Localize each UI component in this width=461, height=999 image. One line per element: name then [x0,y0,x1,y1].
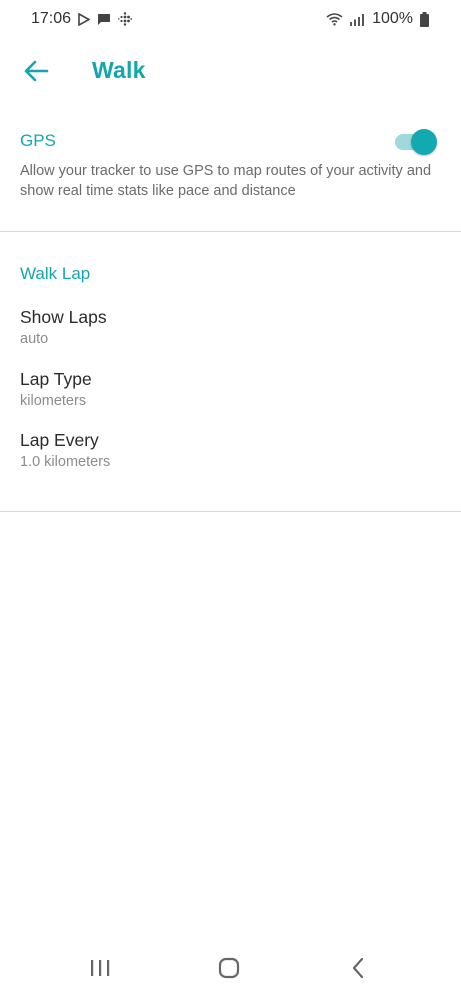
play-store-icon [78,12,91,26]
battery-icon [420,11,429,27]
recent-apps-icon [89,958,111,983]
gps-section: GPS Allow your tracker to use GPS to map… [0,120,461,232]
status-left: 17:06 [31,10,133,28]
divider [0,511,461,512]
status-right: 100% [326,10,429,28]
page-title: Walk [92,57,146,83]
toggle-thumb [411,129,437,155]
app-bar: Walk [0,44,461,102]
setting-lap-every[interactable]: Lap Every 1.0 kilometers [0,430,461,486]
setting-value: kilometers [20,393,87,409]
home-icon [218,957,240,984]
recent-apps-button[interactable] [86,958,114,982]
arrow-left-icon [23,60,49,87]
status-bar: 17:06 100% [0,0,461,38]
walk-lap-header: Walk Lap [20,264,91,283]
home-button[interactable] [215,957,243,984]
signal-icon [350,13,365,26]
back-icon [351,957,365,984]
message-icon [97,13,111,26]
setting-value: auto [20,331,49,347]
setting-title: Lap Type [20,369,92,389]
status-time: 17:06 [31,10,72,27]
gps-toggle[interactable] [393,129,437,155]
wifi-icon [326,12,343,26]
fitbit-icon [118,12,133,26]
setting-show-laps[interactable]: Show Laps auto [0,307,461,363]
back-button[interactable] [20,57,52,89]
setting-lap-type[interactable]: Lap Type kilometers [0,369,461,425]
setting-title: Lap Every [20,430,99,450]
battery-percent: 100% [372,10,413,27]
nav-back-button[interactable] [344,957,372,984]
gps-label: GPS [20,131,56,150]
setting-title: Show Laps [20,307,107,327]
gps-description: Allow your tracker to use GPS to map rou… [20,163,432,199]
divider [0,231,461,232]
nav-bar [0,948,461,992]
setting-value: 1.0 kilometers [20,454,111,470]
